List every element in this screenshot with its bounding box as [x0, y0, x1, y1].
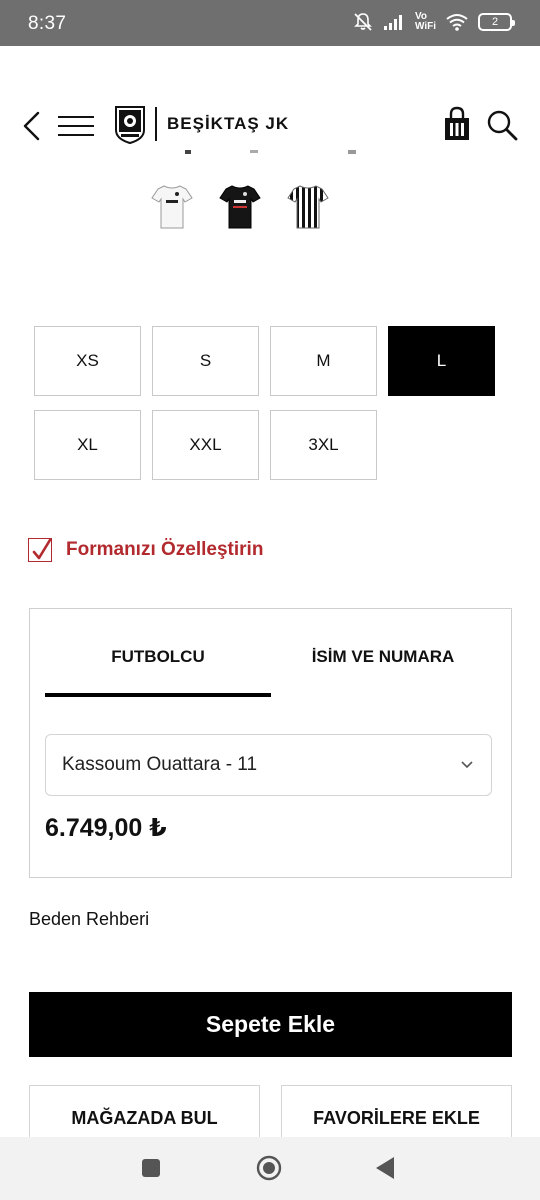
back-nav-icon[interactable]: [373, 1155, 397, 1181]
player-select[interactable]: Kassoum Ouattara - 11: [45, 734, 492, 796]
app-header: BEŞİKTAŞ JK: [0, 46, 540, 176]
system-nav-bar: [0, 1137, 540, 1200]
find-in-store-label: MAĞAZADA BUL: [71, 1108, 218, 1128]
checkmark-icon: [32, 538, 52, 560]
status-time: 8:37: [28, 13, 67, 34]
besiktas-logo-icon: [115, 106, 145, 144]
shopping-bag-icon[interactable]: [442, 106, 472, 142]
customize-panel: FUTBOLCU İSİM VE NUMARA Kassoum Ouattara…: [29, 608, 512, 878]
tab-futbolcu[interactable]: FUTBOLCU: [45, 647, 271, 667]
size-label: M: [316, 351, 331, 370]
logo-divider: [155, 107, 157, 141]
size-xl[interactable]: XL: [34, 410, 141, 480]
price: 6.749,00 ₺: [45, 814, 167, 842]
player-select-value: Kassoum Ouattara - 11: [62, 754, 258, 775]
brand-logo[interactable]: BEŞİKTAŞ JK: [113, 104, 289, 144]
size-label: XL: [77, 435, 98, 454]
add-to-cart-button[interactable]: Sepete Ekle: [29, 992, 512, 1057]
white-jersey-thumb[interactable]: [150, 180, 194, 232]
size-s[interactable]: S: [152, 326, 259, 396]
bell-muted-icon: [354, 13, 372, 31]
add-to-favorites-label: FAVORİLERE EKLE: [313, 1108, 480, 1128]
size-label: XS: [76, 351, 99, 370]
customize-label: Formanızı Özelleştirin: [66, 539, 264, 560]
chevron-down-icon: [461, 761, 473, 769]
cutoff-indicator: [185, 150, 356, 154]
size-guide-link[interactable]: Beden Rehberi: [29, 909, 149, 930]
size-xxl[interactable]: XXL: [152, 410, 259, 480]
size-label: S: [199, 351, 212, 370]
size-xs[interactable]: XS: [34, 326, 141, 396]
color-variants: [150, 180, 340, 232]
search-icon[interactable]: [485, 108, 519, 142]
customize-checkbox[interactable]: [28, 538, 52, 562]
size-l[interactable]: L: [388, 326, 495, 396]
brand-name: BEŞİKTAŞ JK: [167, 114, 290, 133]
vowifi-label: Vo WiFi: [415, 12, 436, 32]
back-icon[interactable]: [18, 110, 46, 142]
size-m[interactable]: M: [270, 326, 377, 396]
black-jersey-thumb[interactable]: [218, 180, 262, 232]
tab-isim-numara[interactable]: İSİM VE NUMARA: [270, 647, 496, 667]
vowifi-line2: WiFi: [414, 21, 436, 32]
size-label: XXL: [189, 435, 222, 454]
customize-toggle[interactable]: Formanızı Özelleştirin: [28, 538, 263, 562]
recents-icon[interactable]: [140, 1157, 162, 1179]
active-tab-indicator: [45, 693, 271, 697]
home-icon[interactable]: [255, 1154, 283, 1182]
status-icons: Vo WiFi 2: [353, 12, 515, 32]
size-label: L: [436, 351, 447, 370]
menu-icon[interactable]: [56, 114, 96, 138]
battery-icon: 2: [478, 13, 515, 31]
size-label: 3XL: [308, 435, 339, 454]
size-3xl[interactable]: 3XL: [270, 410, 377, 480]
status-bar: 8:37 Vo WiFi 2: [0, 0, 540, 46]
striped-jersey-thumb[interactable]: [286, 180, 330, 232]
battery-level: 2: [491, 16, 499, 28]
wifi-icon: [446, 14, 468, 31]
signal-icon: [383, 15, 402, 30]
